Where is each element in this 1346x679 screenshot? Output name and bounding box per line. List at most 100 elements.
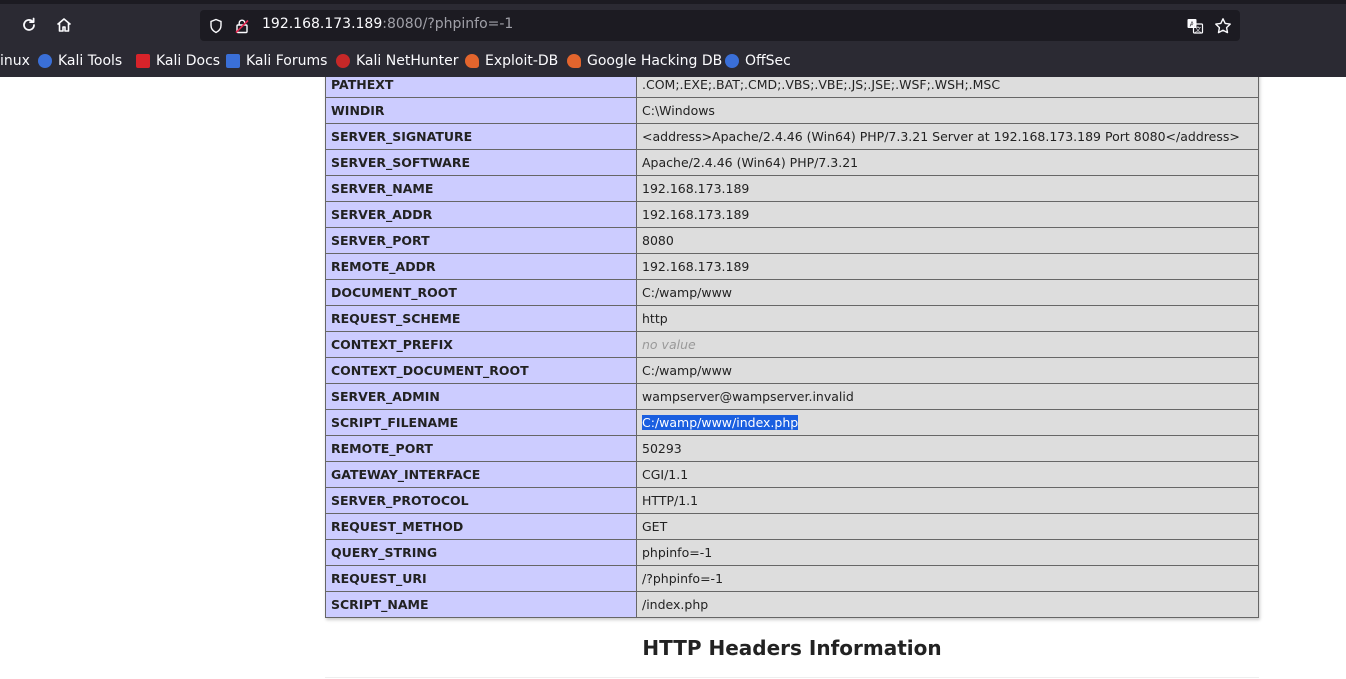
exploit-db-icon [465, 54, 479, 68]
table-row: SCRIPT_NAME/index.php [325, 591, 1259, 618]
table-row: SERVER_NAME 192.168.173.189 [325, 175, 1259, 202]
table-row: WINDIR C:\Windows [325, 97, 1259, 124]
kali-docs-icon [136, 54, 150, 68]
variable-value: C:/wamp/www [636, 357, 1259, 384]
bookmark-exploit-db[interactable]: Exploit-DB [465, 50, 558, 72]
variable-name: SERVER_SIGNATURE [325, 123, 637, 150]
variable-name: GATEWAY_INTERFACE [325, 461, 637, 488]
variable-value: C:/wamp/www [636, 279, 1259, 306]
variable-value: CGI/1.1 [636, 461, 1259, 488]
table-row: CONTEXT_DOCUMENT_ROOT C:/wamp/www [325, 357, 1259, 384]
variable-name: REQUEST_URI [325, 565, 637, 592]
bookmark-label: Kali Tools [58, 53, 123, 69]
address-bar[interactable]: 192.168.173.189:8080/?phpinfo=-1 A 文 [200, 10, 1240, 41]
table-row: SCRIPT_FILENAME C:/wamp/www/index.php [325, 409, 1259, 436]
variable-name: QUERY_STRING [325, 539, 637, 566]
table-row: REMOTE_ADDR 192.168.173.189 [325, 253, 1259, 280]
bookmark-google-hacking-db[interactable]: Google Hacking DB [567, 50, 722, 72]
bookmark-kali-tools[interactable]: Kali Tools [38, 50, 122, 72]
variable-value: 8080 [636, 227, 1259, 254]
variable-name: SCRIPT_NAME [325, 591, 637, 618]
variable-value-empty: no value [636, 331, 1259, 358]
table-row: REQUEST_METHOD GET [325, 513, 1259, 540]
bookmark-kali-linux[interactable]: inux [0, 50, 30, 72]
page-content: PATHEXT .COM;.EXE;.BAT;.CMD;.VBS;.VBE;.JS… [0, 77, 1346, 679]
url-path: :8080/?phpinfo=-1 [382, 16, 514, 32]
shield-icon[interactable] [207, 17, 225, 35]
lock-icon[interactable] [233, 17, 251, 35]
table-row: REMOTE_PORT 50293 [325, 435, 1259, 462]
variable-name: REMOTE_PORT [325, 435, 637, 462]
variable-value: /?phpinfo=-1 [636, 565, 1259, 592]
variable-value: C:\Windows [636, 97, 1259, 124]
table-row: SERVER_PROTOCOL HTTP/1.1 [325, 487, 1259, 514]
table-row: QUERY_STRING phpinfo=-1 [325, 539, 1259, 566]
tab-strip-edge [0, 0, 1346, 4]
variable-value: GET [636, 513, 1259, 540]
variable-name: REQUEST_METHOD [325, 513, 637, 540]
table-row: SERVER_SIGNATURE <address>Apache/2.4.46 (… [325, 123, 1259, 150]
variable-name: REMOTE_ADDR [325, 253, 637, 280]
variable-value: 50293 [636, 435, 1259, 462]
variable-value-cell: C:/wamp/www/index.php [636, 409, 1259, 436]
bookmark-label: Kali Docs [156, 53, 221, 69]
table-row: PATHEXT .COM;.EXE;.BAT;.CMD;.VBS;.VBE;.JS… [325, 77, 1259, 98]
variable-name: SERVER_PORT [325, 227, 637, 254]
variable-value: 192.168.173.189 [636, 175, 1259, 202]
table-row: DOCUMENT_ROOT C:/wamp/www [325, 279, 1259, 306]
variable-value: <address>Apache/2.4.46 (Win64) PHP/7.3.2… [636, 123, 1259, 150]
variable-value: Apache/2.4.46 (Win64) PHP/7.3.21 [636, 149, 1259, 176]
variable-name: SERVER_ADDR [325, 201, 637, 228]
home-icon [56, 18, 72, 32]
variable-name: REQUEST_SCHEME [325, 305, 637, 332]
bookmark-label: Google Hacking DB [587, 53, 723, 69]
section-heading: HTTP Headers Information [642, 636, 942, 660]
reload-button[interactable] [15, 11, 43, 39]
table-row: SERVER_SOFTWARE Apache/2.4.46 (Win64) PHP… [325, 149, 1259, 176]
variable-name: CONTEXT_PREFIX [325, 331, 637, 358]
table-row: GATEWAY_INTERFACE CGI/1.1 [325, 461, 1259, 488]
variable-name: SCRIPT_FILENAME [325, 409, 637, 436]
variable-value: phpinfo=-1 [636, 539, 1259, 566]
bookmark-label: Kali Forums [246, 53, 328, 69]
url-host: 192.168.173.189 [262, 16, 383, 32]
reload-icon [23, 17, 35, 31]
variable-name: SERVER_PROTOCOL [325, 487, 637, 514]
section-divider [325, 677, 1259, 678]
variable-name: SERVER_SOFTWARE [325, 149, 637, 176]
table-row: REQUEST_SCHEME http [325, 305, 1259, 332]
svg-text:文: 文 [1195, 25, 1202, 34]
bookmark-kali-docs[interactable]: Kali Docs [136, 50, 220, 72]
star-icon[interactable] [1214, 17, 1232, 35]
variable-name: CONTEXT_DOCUMENT_ROOT [325, 357, 637, 384]
bookmark-label: inux [0, 53, 30, 69]
variable-value: wampserver@wampserver.invalid [636, 383, 1259, 410]
table-row: REQUEST_URI/?phpinfo=-1 [325, 565, 1259, 592]
kali-forums-icon [226, 54, 240, 68]
table-row: SERVER_ADMIN wampserver@wampserver.invali… [325, 383, 1259, 410]
bookmark-kali-nethunter[interactable]: Kali NetHunter [336, 50, 458, 72]
variable-value: 192.168.173.189 [636, 253, 1259, 280]
variable-name: WINDIR [325, 97, 637, 124]
variable-name: SERVER_NAME [325, 175, 637, 202]
bookmarks-toolbar: inux Kali Tools Kali Docs Kali Forums Ka… [0, 50, 1346, 72]
table-row: CONTEXT_PREFIX no value [325, 331, 1259, 358]
bookmark-label: OffSec [745, 53, 791, 69]
variable-value: /index.php [636, 591, 1259, 618]
url-text[interactable]: 192.168.173.189:8080/?phpinfo=-1 [262, 16, 513, 32]
offsec-icon [725, 54, 739, 68]
google-hacking-db-icon [567, 54, 581, 68]
environment-variables-table: PATHEXT .COM;.EXE;.BAT;.CMD;.VBS;.VBE;.JS… [325, 77, 1259, 618]
table-row: SERVER_ADDR 192.168.173.189 [325, 201, 1259, 228]
selected-text[interactable]: C:/wamp/www/index.php [642, 415, 799, 430]
variable-value: .COM;.EXE;.BAT;.CMD;.VBS;.VBE;.JS;.JSE;.… [636, 77, 1259, 98]
bookmark-offsec[interactable]: OffSec [725, 50, 791, 72]
variable-value: http [636, 305, 1259, 332]
browser-chrome: 192.168.173.189:8080/?phpinfo=-1 A 文 inu… [0, 0, 1346, 77]
variable-value: 192.168.173.189 [636, 201, 1259, 228]
table-row: SERVER_PORT 8080 [325, 227, 1259, 254]
bookmark-kali-forums[interactable]: Kali Forums [226, 50, 327, 72]
home-button[interactable] [50, 11, 78, 39]
variable-name: DOCUMENT_ROOT [325, 279, 637, 306]
translate-icon[interactable]: A 文 [1186, 17, 1204, 35]
